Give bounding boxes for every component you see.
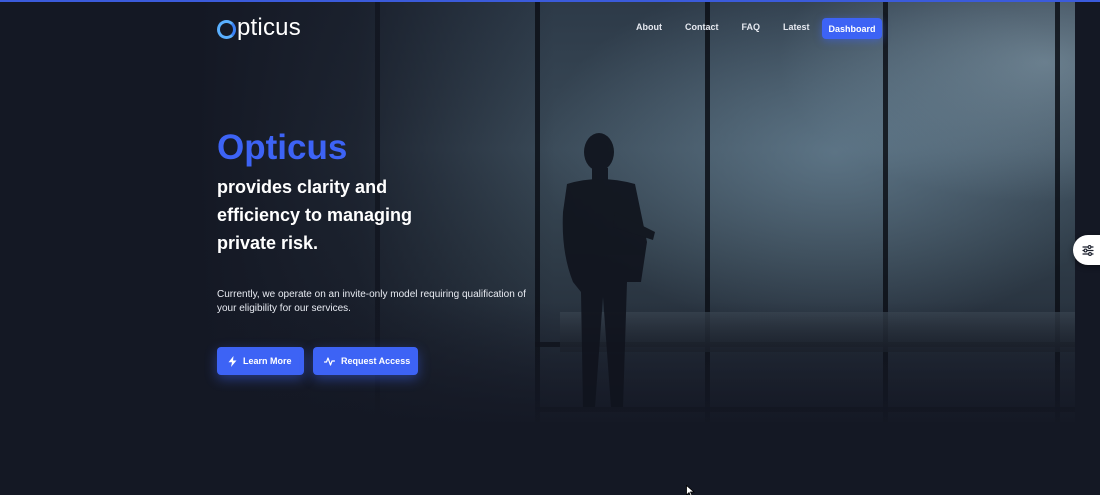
top-navigation: pticus About Contact FAQ Latest Dashboar… xyxy=(0,2,1100,56)
lightning-icon xyxy=(228,355,237,367)
nav-link-about[interactable]: About xyxy=(636,22,662,32)
logo-ring-icon xyxy=(217,19,236,39)
sliders-icon xyxy=(1082,244,1094,256)
hero-description: Currently, we operate on an invite-only … xyxy=(217,289,526,314)
hero-tagline: provides clarity and efficiency to manag… xyxy=(217,177,413,253)
nav-link-contact[interactable]: Contact xyxy=(685,22,719,32)
nav-link-faq[interactable]: FAQ xyxy=(742,22,761,32)
nav-links: About Contact FAQ Latest xyxy=(636,22,833,32)
opticus-logo[interactable]: pticus xyxy=(217,14,301,42)
activity-icon xyxy=(324,356,335,366)
logo-text: pticus xyxy=(237,14,301,41)
nav-link-latest[interactable]: Latest xyxy=(783,22,810,32)
dashboard-button[interactable]: Dashboard xyxy=(822,18,882,39)
request-access-label: Request Access xyxy=(341,356,411,366)
person-silhouette xyxy=(562,133,655,407)
settings-panel-toggle[interactable] xyxy=(1073,235,1100,265)
learn-more-button[interactable]: Learn More xyxy=(217,347,304,375)
request-access-button[interactable]: Request Access xyxy=(313,347,418,375)
mouse-cursor-icon xyxy=(686,485,695,495)
hero-title: Opticus xyxy=(217,128,348,167)
landing-page: pticus About Contact FAQ Latest Dashboar… xyxy=(0,0,1100,495)
learn-more-label: Learn More xyxy=(243,356,292,366)
